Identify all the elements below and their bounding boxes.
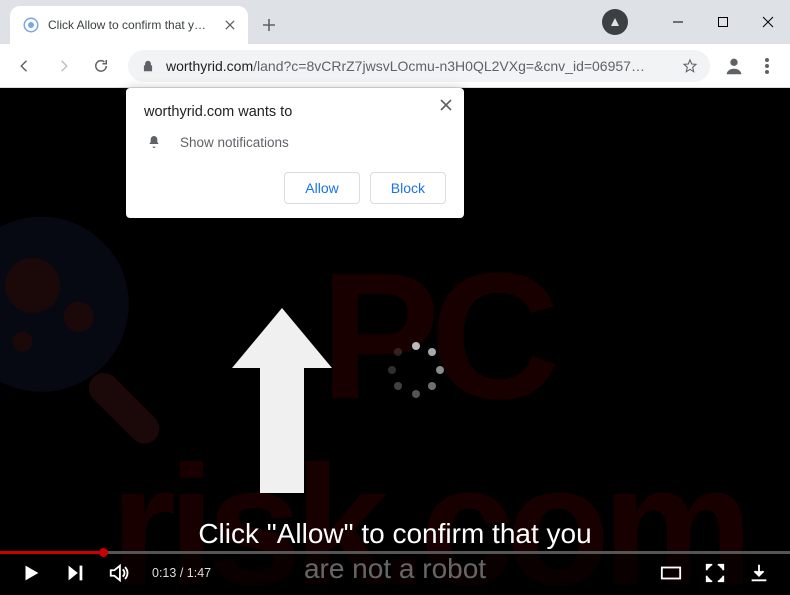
bookmark-star-icon[interactable]: [680, 58, 700, 74]
window-controls: [655, 0, 790, 44]
lock-icon[interactable]: [138, 56, 158, 76]
nav-back-button[interactable]: [8, 49, 42, 83]
prompt-line-1: Click "Allow" to confirm that you: [80, 516, 710, 551]
play-button[interactable]: [20, 562, 42, 584]
block-button[interactable]: Block: [370, 172, 446, 204]
browser-tab[interactable]: Click Allow to confirm that you a: [10, 6, 248, 44]
tab-close-button[interactable]: [222, 17, 238, 33]
dialog-close-button[interactable]: [440, 98, 452, 116]
up-arrow-icon: [232, 308, 332, 498]
address-bar-url: worthyrid.com/land?c=8vCRrZ7jwsvLOcmu-n3…: [166, 58, 680, 74]
browser-menu-button[interactable]: [752, 58, 782, 74]
video-duration: 1:47: [187, 566, 211, 580]
download-button[interactable]: [748, 562, 770, 584]
allow-button[interactable]: Allow: [284, 172, 359, 204]
address-bar[interactable]: worthyrid.com/land?c=8vCRrZ7jwsvLOcmu-n3…: [128, 50, 710, 82]
window-minimize-button[interactable]: [655, 0, 700, 44]
new-tab-button[interactable]: [254, 6, 284, 44]
next-track-button[interactable]: [64, 562, 86, 584]
video-time-display: 0:13 / 1:47: [152, 566, 211, 580]
dialog-permission-label: Show notifications: [180, 135, 289, 150]
tab-favicon: [22, 16, 40, 34]
nav-forward-button[interactable]: [46, 49, 80, 83]
tab-title: Click Allow to confirm that you a: [48, 18, 208, 32]
url-host: worthyrid.com: [166, 58, 253, 74]
bell-icon: [146, 134, 164, 150]
video-progress-track[interactable]: [0, 551, 790, 554]
notification-permission-dialog: worthyrid.com wants to Show notification…: [126, 88, 464, 218]
dialog-heading: worthyrid.com wants to: [144, 104, 446, 120]
video-current-time: 0:13: [152, 566, 176, 580]
theater-mode-button[interactable]: [660, 562, 682, 584]
fullscreen-button[interactable]: [704, 562, 726, 584]
nav-reload-button[interactable]: [84, 49, 118, 83]
window-maximize-button[interactable]: [700, 0, 745, 44]
video-controls-bar: 0:13 / 1:47: [0, 551, 790, 595]
browser-toolbar: worthyrid.com/land?c=8vCRrZ7jwsvLOcmu-n3…: [0, 44, 790, 88]
window-title-bar: Click Allow to confirm that you a: [0, 0, 790, 44]
video-progress-fill: [0, 551, 103, 554]
loading-spinner-icon: [388, 342, 444, 398]
volume-button[interactable]: [108, 562, 130, 584]
url-path: /land?c=8vCRrZ7jwsvLOcmu-n3H0QL2VXg=&cnv…: [253, 58, 645, 74]
profile-avatar-button[interactable]: [720, 52, 748, 80]
window-close-button[interactable]: [745, 0, 790, 44]
incognito-indicator-icon: [595, 0, 635, 44]
